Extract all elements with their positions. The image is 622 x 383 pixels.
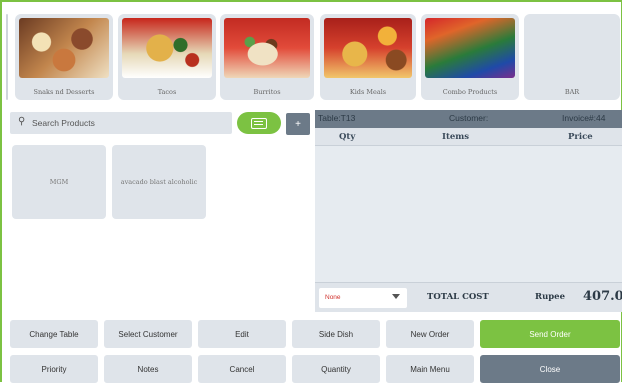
currency-label: Rupee [535, 292, 566, 302]
order-header: Table:T13 Customer: Invoice#:44 [315, 110, 622, 128]
category-kids-meals[interactable]: Kids Meals [320, 14, 416, 100]
edit-button[interactable]: Edit [198, 320, 286, 348]
category-combo-products[interactable]: Combo Products [421, 14, 519, 100]
pos-window: Snaks nd Desserts Tacos Burritos Kids Me… [0, 0, 622, 383]
category-image [122, 18, 212, 78]
category-label: Burritos [253, 88, 281, 96]
add-product-button[interactable]: + [286, 113, 310, 135]
close-button[interactable]: Close [480, 355, 620, 383]
quantity-button[interactable]: Quantity [292, 355, 380, 383]
category-label: Kids Meals [349, 88, 387, 96]
search-box: ⚲ [10, 112, 232, 134]
table-number: Table:T13 [318, 113, 356, 123]
customer-label: Customer: [449, 113, 489, 123]
chevron-down-icon [392, 294, 400, 299]
category-image [19, 18, 109, 78]
column-items: Items [442, 132, 470, 142]
priority-button[interactable]: Priority [10, 355, 98, 383]
send-order-button[interactable]: Send Order [480, 320, 620, 348]
discount-select[interactable]: None [319, 288, 407, 308]
cancel-button[interactable]: Cancel [198, 355, 286, 383]
order-items-list[interactable] [315, 146, 622, 282]
category-image [425, 18, 515, 78]
category-tacos[interactable]: Tacos [118, 14, 216, 100]
notes-button[interactable]: Notes [104, 355, 192, 383]
product-tile-avacado-blast[interactable]: avacado blast alcoholic [112, 145, 206, 219]
category-label: Combo Products [442, 88, 498, 96]
category-image [324, 18, 412, 78]
change-table-button[interactable]: Change Table [10, 320, 98, 348]
order-column-headers: Qty Items Price [315, 128, 622, 146]
new-order-button[interactable]: New Order [386, 320, 474, 348]
main-menu-button[interactable]: Main Menu [386, 355, 474, 383]
category-scroll-edge [6, 14, 8, 100]
keyboard-button[interactable] [237, 112, 281, 134]
total-cost-value: 407.00 [583, 289, 622, 304]
category-label: Tacos [157, 88, 177, 96]
column-qty: Qty [339, 132, 356, 142]
category-label: BAR [564, 88, 580, 96]
side-dish-button[interactable]: Side Dish [292, 320, 380, 348]
category-burritos[interactable]: Burritos [220, 14, 314, 100]
product-tile-mgm[interactable]: MGM [12, 145, 106, 219]
category-image [224, 18, 310, 78]
discount-value: None [325, 294, 341, 301]
column-price: Price [568, 132, 593, 142]
total-cost-label: TOTAL COST [427, 292, 489, 302]
keyboard-icon [251, 117, 267, 129]
search-input[interactable] [32, 114, 222, 132]
search-icon: ⚲ [18, 116, 26, 127]
select-customer-button[interactable]: Select Customer [104, 320, 192, 348]
category-snacks-desserts[interactable]: Snaks nd Desserts [15, 14, 113, 100]
category-label: Snaks nd Desserts [33, 88, 95, 96]
category-strip[interactable]: Snaks nd Desserts Tacos Burritos Kids Me… [2, 14, 622, 102]
invoice-number: Invoice#:44 [562, 113, 606, 123]
order-footer: None TOTAL COST Rupee 407.00 [315, 282, 622, 312]
category-bar[interactable]: BAR [524, 14, 620, 100]
